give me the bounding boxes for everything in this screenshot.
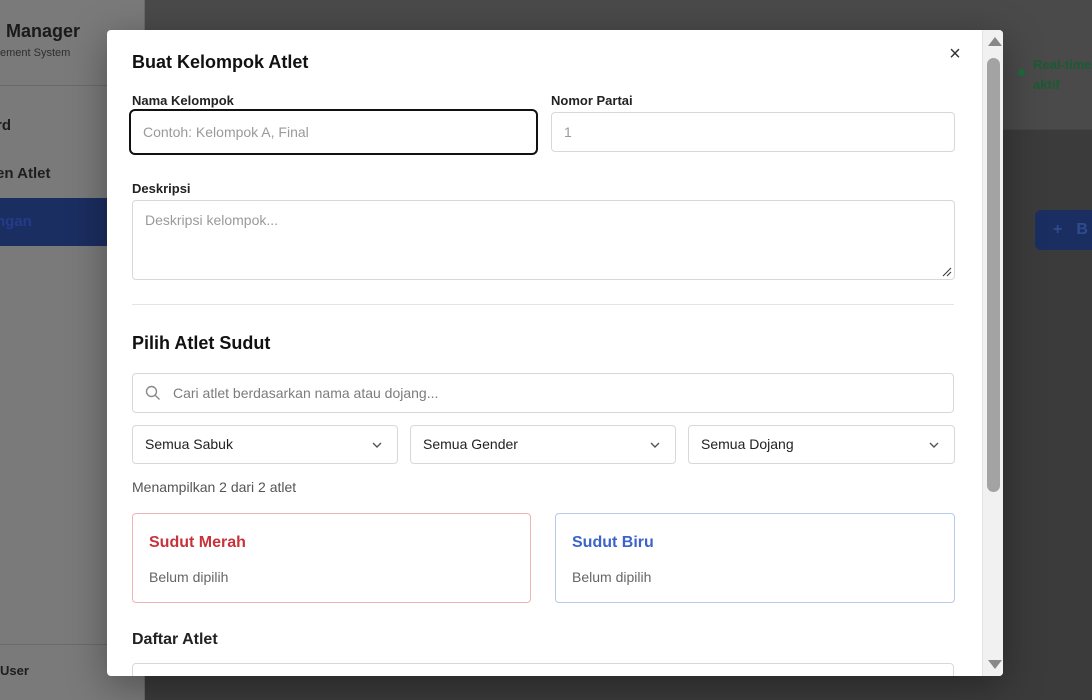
chevron-down-icon	[372, 442, 382, 448]
dojang-filter-value: Semua Dojang	[701, 436, 794, 452]
chevron-down-icon	[650, 442, 660, 448]
description-placeholder: Deskripsi kelompok...	[145, 212, 279, 228]
search-icon	[145, 385, 160, 400]
group-name-label: Nama Kelompok	[132, 93, 234, 108]
match-number-label: Nomor Partai	[551, 93, 633, 108]
brand-title: Manager	[6, 21, 81, 41]
gender-filter-select[interactable]: Semua Gender	[410, 425, 676, 464]
status-line-1: Real-time	[1033, 57, 1092, 72]
athlete-search-input[interactable]: Cari atlet berdasarkan nama atau dojang.…	[132, 373, 954, 413]
red-corner-status: Belum dipilih	[149, 569, 229, 585]
plus-icon: +	[1053, 221, 1063, 238]
modal-title: Buat Kelompok Atlet	[132, 52, 309, 72]
athlete-list-title: Daftar Atlet	[132, 631, 218, 648]
status-line-2: aktif	[1033, 77, 1060, 92]
description-label: Deskripsi	[132, 181, 191, 196]
modal-scrollbar[interactable]	[982, 30, 1003, 676]
athlete-list[interactable]	[132, 663, 954, 676]
gender-filter-value: Semua Gender	[423, 436, 518, 452]
user-label: User	[0, 663, 29, 678]
athlete-search-placeholder: Cari atlet berdasarkan nama atau dojang.…	[173, 385, 439, 401]
resize-grip-icon[interactable]	[942, 267, 952, 277]
belt-filter-select[interactable]: Semua Sabuk	[132, 425, 398, 464]
section-title-select-athletes: Pilih Atlet Sudut	[132, 333, 271, 353]
match-number-input[interactable]: 1	[551, 112, 955, 152]
belt-filter-value: Semua Sabuk	[145, 436, 233, 452]
description-textarea[interactable]: Deskripsi kelompok...	[132, 200, 955, 280]
add-group-button[interactable]: + B	[1035, 210, 1092, 250]
create-group-modal: Buat Kelompok Atlet × Nama Kelompok Cont…	[107, 30, 1003, 676]
scrollbar-thumb[interactable]	[987, 58, 1000, 492]
result-count: Menampilkan 2 dari 2 atlet	[132, 479, 297, 495]
realtime-status: Real-time aktif	[1018, 55, 1092, 95]
scroll-up-icon[interactable]	[988, 37, 1002, 46]
sidebar-item-label: rd	[0, 117, 11, 134]
blue-corner-status: Belum dipilih	[572, 569, 652, 585]
group-name-input[interactable]: Contoh: Kelompok A, Final	[129, 109, 538, 155]
chevron-down-icon	[929, 442, 939, 448]
red-corner-title: Sudut Merah	[149, 534, 246, 551]
section-divider	[132, 304, 954, 305]
scroll-down-icon[interactable]	[988, 660, 1002, 669]
blue-corner-card[interactable]: Sudut Biru Belum dipilih	[555, 513, 955, 603]
close-icon[interactable]: ×	[945, 44, 965, 64]
blue-corner-title: Sudut Biru	[572, 534, 654, 551]
add-group-button-label: B	[1076, 221, 1088, 238]
red-corner-card[interactable]: Sudut Merah Belum dipilih	[132, 513, 531, 603]
brand-subtitle: ement System	[0, 47, 71, 59]
dojang-filter-select[interactable]: Semua Dojang	[688, 425, 955, 464]
status-dot-icon	[1018, 69, 1025, 76]
sidebar-item-label: ngan	[0, 213, 32, 230]
sidebar-item-label: en Atlet	[0, 165, 51, 182]
